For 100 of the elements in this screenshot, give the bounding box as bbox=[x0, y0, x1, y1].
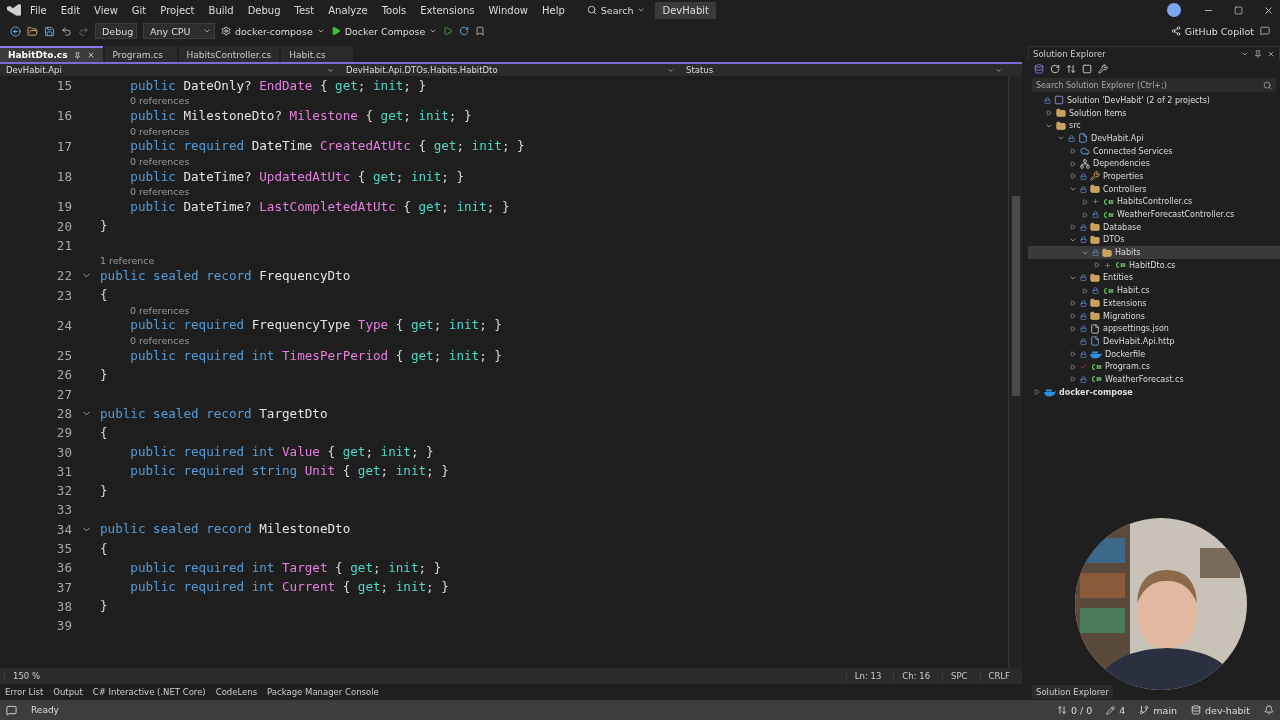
scrollbar[interactable] bbox=[1008, 76, 1022, 668]
copilot-button[interactable]: GitHub Copilot bbox=[1170, 25, 1254, 37]
tree-item[interactable]: Migrations bbox=[1028, 309, 1280, 323]
tree-item[interactable]: Entities bbox=[1028, 271, 1280, 285]
tool-window-tab[interactable]: CodeLens bbox=[210, 687, 263, 697]
redo-icon[interactable] bbox=[78, 25, 89, 37]
tree-item[interactable]: Dependencies bbox=[1028, 157, 1280, 171]
play-icon[interactable] bbox=[443, 26, 454, 36]
codelens-text[interactable]: 0 references bbox=[130, 304, 190, 316]
menu-item[interactable]: Extensions bbox=[414, 4, 481, 16]
run-button[interactable]: Docker Compose bbox=[330, 25, 438, 37]
tree-item[interactable]: DTOs bbox=[1028, 233, 1280, 247]
expand-arrow-icon[interactable] bbox=[1069, 224, 1076, 231]
close-icon[interactable] bbox=[1267, 49, 1275, 58]
codelens-text[interactable]: 0 references bbox=[130, 334, 190, 346]
file-tab[interactable]: Program.cs bbox=[104, 46, 177, 62]
search-button[interactable]: Search bbox=[586, 4, 646, 16]
expand-arrow-icon[interactable] bbox=[1069, 300, 1076, 307]
search-field[interactable]: Search Solution Explorer (Ctrl+;) bbox=[1032, 78, 1276, 92]
bookmark-icon[interactable] bbox=[475, 26, 486, 36]
codelens-text[interactable]: 0 references bbox=[130, 155, 190, 167]
feedback-icon[interactable] bbox=[1260, 26, 1270, 36]
expand-arrow-icon[interactable] bbox=[1069, 376, 1076, 383]
expand-arrow-icon[interactable] bbox=[1069, 313, 1076, 320]
branch-selector[interactable]: main bbox=[1139, 704, 1178, 716]
member-dropdown[interactable]: Status bbox=[680, 65, 1008, 75]
notification-icon[interactable] bbox=[1264, 705, 1274, 715]
menu-item[interactable]: Analyze bbox=[322, 4, 374, 16]
tree-item[interactable]: DevHabit.Api bbox=[1028, 132, 1280, 145]
tree-item[interactable]: Properties bbox=[1028, 170, 1280, 183]
back-icon[interactable] bbox=[10, 25, 21, 37]
tree-item[interactable]: WeatherForecast.cs bbox=[1028, 373, 1280, 386]
tree-item[interactable]: Dockerfile bbox=[1028, 347, 1280, 361]
file-tab[interactable]: HabitsController.cs bbox=[178, 46, 280, 62]
expand-arrow-icon[interactable] bbox=[1069, 160, 1076, 167]
repository-selector[interactable]: dev-habit bbox=[1191, 704, 1250, 716]
tool-window-tab[interactable]: Error List bbox=[0, 687, 49, 697]
save-icon[interactable] bbox=[44, 25, 55, 37]
tree-item[interactable]: Controllers bbox=[1028, 182, 1280, 196]
startup-project-dropdown[interactable]: docker-compose bbox=[221, 25, 325, 37]
tool-window-tab[interactable]: Output bbox=[48, 687, 88, 697]
undo-icon[interactable] bbox=[61, 25, 72, 37]
tool-window-tab[interactable]: C# Interactive (.NET Core) bbox=[87, 687, 211, 697]
line-ending-indicator[interactable]: CRLF bbox=[979, 671, 1018, 681]
tree-item[interactable]: Database bbox=[1028, 220, 1280, 234]
refresh-icon[interactable] bbox=[459, 26, 470, 36]
tree-item[interactable]: Habits bbox=[1028, 246, 1280, 259]
tree-item[interactable]: Solution Items bbox=[1028, 106, 1280, 120]
codelens-text[interactable]: 0 references bbox=[130, 125, 190, 137]
tree-item[interactable]: Extensions bbox=[1028, 297, 1280, 310]
changes-indicator[interactable]: 0 / 0 bbox=[1056, 704, 1093, 716]
type-dropdown[interactable]: DevHabit.Api.DTOs.Habits.HabitDto bbox=[340, 65, 680, 75]
tree-item[interactable]: WeatherForecastController.cs bbox=[1028, 208, 1280, 221]
maximize-icon[interactable] bbox=[1234, 5, 1243, 15]
output-icon[interactable] bbox=[6, 704, 17, 716]
expand-arrow-icon[interactable] bbox=[1069, 351, 1076, 358]
codelens-text[interactable]: 0 references bbox=[130, 95, 190, 107]
menu-item[interactable]: View bbox=[88, 4, 124, 16]
tree-item[interactable]: HabitsController.cs bbox=[1028, 195, 1280, 209]
panel-tab[interactable]: Solution Explorer bbox=[1032, 685, 1113, 699]
expand-arrow-icon[interactable] bbox=[1081, 198, 1088, 205]
platform-dropdown[interactable]: Any CPU bbox=[143, 23, 215, 39]
close-icon[interactable] bbox=[1263, 4, 1274, 16]
database-icon[interactable] bbox=[1034, 64, 1044, 74]
tool-window-tab[interactable]: Package Manager Console bbox=[262, 687, 384, 697]
menu-item[interactable]: Build bbox=[202, 4, 240, 16]
expand-arrow-icon[interactable] bbox=[1081, 211, 1088, 218]
tree-item[interactable]: Solution 'DevHabit' (2 of 2 projects) bbox=[1028, 94, 1280, 107]
expand-arrow-icon[interactable] bbox=[1069, 325, 1076, 332]
project-dropdown[interactable]: DevHabit.Api bbox=[0, 65, 340, 75]
tree-item[interactable]: appsettings.json bbox=[1028, 322, 1280, 336]
menu-item[interactable]: Debug bbox=[241, 4, 287, 16]
expand-arrow-icon[interactable] bbox=[1069, 363, 1076, 370]
menu-item[interactable]: Git bbox=[125, 4, 153, 16]
tree-item[interactable]: DevHabit.Api.http bbox=[1028, 335, 1280, 348]
arrows-icon[interactable] bbox=[1066, 64, 1076, 74]
file-tab[interactable]: Habit.cs bbox=[281, 46, 354, 62]
tree-item[interactable]: Connected Services bbox=[1028, 144, 1280, 158]
file-tab[interactable]: HabitDto.cs bbox=[0, 46, 103, 62]
open-folder-icon[interactable] bbox=[27, 25, 38, 37]
edits-indicator[interactable]: 4 bbox=[1106, 704, 1126, 716]
whitespace-indicator[interactable]: SPC bbox=[942, 671, 976, 681]
avatar-icon[interactable] bbox=[1167, 3, 1181, 17]
menu-item[interactable]: Project bbox=[154, 4, 201, 16]
tree-item[interactable]: docker-compose bbox=[1028, 385, 1280, 399]
codelens-text[interactable]: 0 references bbox=[130, 186, 190, 198]
wrench-icon[interactable] bbox=[1098, 64, 1108, 74]
tree-item[interactable]: Program.cs bbox=[1028, 360, 1280, 374]
expand-arrow-icon[interactable] bbox=[1069, 173, 1076, 180]
menu-item[interactable]: Window bbox=[482, 4, 534, 16]
pin-icon[interactable] bbox=[73, 51, 81, 59]
tree-item[interactable]: HabitDto.cs bbox=[1028, 258, 1280, 272]
expand-arrow-icon[interactable] bbox=[1045, 110, 1052, 117]
menu-item[interactable]: Tools bbox=[375, 4, 413, 16]
menu-item[interactable]: File bbox=[24, 4, 53, 16]
tree-item[interactable]: src bbox=[1028, 119, 1280, 133]
codelens-text[interactable]: 1 reference bbox=[100, 255, 155, 267]
menu-item[interactable]: Edit bbox=[54, 4, 87, 16]
expand-arrow-icon[interactable] bbox=[1081, 287, 1088, 294]
expand-arrow-icon[interactable] bbox=[1069, 148, 1076, 155]
